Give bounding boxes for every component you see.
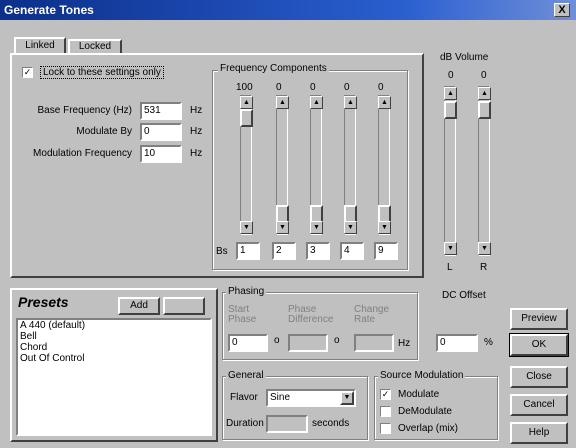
component-slider[interactable]: ▲ ▼: [276, 95, 289, 235]
modulate-by-unit: Hz: [190, 126, 203, 137]
db-volume-title: dB Volume: [440, 52, 489, 63]
general-title: General: [226, 370, 266, 381]
slider-down-arrow-icon[interactable]: ▼: [478, 242, 491, 255]
slider-down-arrow-icon[interactable]: ▼: [276, 221, 289, 234]
source-modulation-title: Source Modulation: [378, 370, 466, 381]
slider-up-arrow-icon[interactable]: ▲: [478, 87, 491, 100]
base-frequency-label: Base Frequency (Hz): [37, 105, 132, 116]
help-button[interactable]: Help: [510, 422, 568, 444]
cancel-button[interactable]: Cancel: [510, 394, 568, 416]
modulate-by-input[interactable]: 0: [140, 123, 182, 141]
component-value: 0: [310, 82, 316, 93]
volume-left-label: L: [447, 262, 453, 273]
overlap-checkbox[interactable]: [380, 423, 391, 434]
component-slider[interactable]: ▲ ▼: [344, 95, 357, 235]
start-phase-label: Start Phase: [228, 304, 257, 325]
volume-left-slider[interactable]: ▲ ▼: [444, 86, 457, 256]
modulation-frequency-unit: Hz: [190, 148, 203, 159]
modulate-by-label: Modulate By: [76, 126, 132, 137]
list-item[interactable]: A 440 (default): [20, 320, 210, 331]
demodulate-label: DeModulate: [398, 406, 452, 417]
component-slider[interactable]: ▲ ▼: [310, 95, 323, 235]
volume-right-label: R: [480, 262, 488, 273]
lock-label: Lock to these settings only: [40, 66, 164, 79]
volume-right-value: 0: [481, 70, 487, 81]
tab-locked[interactable]: Locked: [68, 39, 122, 54]
slider-up-arrow-icon[interactable]: ▲: [310, 96, 323, 109]
component-value: 0: [344, 82, 350, 93]
modulate-label: Modulate: [398, 389, 440, 400]
duration-label: Duration: [226, 418, 264, 429]
slider-down-arrow-icon[interactable]: ▼: [240, 221, 253, 234]
title-bar: Generate Tones X: [0, 0, 576, 20]
flavor-label: Flavor: [230, 392, 258, 403]
component-slider-thumb[interactable]: [240, 109, 253, 127]
multiplier-input[interactable]: 1: [236, 242, 260, 260]
presets-list[interactable]: A 440 (default) Bell Chord Out Of Contro…: [16, 318, 212, 436]
multiplier-input[interactable]: 9: [374, 242, 398, 260]
multiplier-input[interactable]: 3: [306, 242, 330, 260]
slider-up-arrow-icon[interactable]: ▲: [378, 96, 391, 109]
slider-down-arrow-icon[interactable]: ▼: [344, 221, 357, 234]
phasing-title: Phasing: [226, 286, 267, 297]
multiplier-prefix: Bs: [216, 246, 228, 257]
change-rate-input[interactable]: [354, 334, 394, 352]
duration-input[interactable]: [266, 415, 308, 433]
phase-difference-label: Phase Difference: [288, 304, 334, 325]
flavor-select[interactable]: Sine ▼: [266, 389, 356, 407]
ok-button[interactable]: OK: [509, 333, 569, 357]
delete-preset-button[interactable]: [163, 297, 205, 315]
component-slider[interactable]: ▲ ▼: [240, 95, 253, 235]
dc-offset-unit: %: [484, 337, 493, 348]
list-item[interactable]: Out Of Control: [20, 353, 210, 364]
modulate-checkbox[interactable]: ✓: [380, 389, 391, 400]
presets-title: Presets: [18, 294, 69, 310]
volume-right-thumb[interactable]: [478, 101, 491, 119]
multiplier-input[interactable]: 4: [340, 242, 364, 260]
list-item[interactable]: Bell: [20, 331, 210, 342]
tab-linked[interactable]: Linked: [14, 37, 66, 54]
volume-right-slider[interactable]: ▲ ▼: [478, 86, 491, 256]
preview-button[interactable]: Preview: [510, 308, 568, 330]
dc-offset-input[interactable]: 0: [436, 334, 478, 352]
slider-up-arrow-icon[interactable]: ▲: [444, 87, 457, 100]
flavor-value: Sine: [270, 392, 291, 403]
demodulate-checkbox[interactable]: [380, 406, 391, 417]
change-rate-unit: Hz: [398, 338, 411, 349]
component-value: 0: [276, 82, 282, 93]
slider-up-arrow-icon[interactable]: ▲: [344, 96, 357, 109]
phase-difference-input[interactable]: [288, 334, 328, 352]
start-phase-unit: o: [274, 335, 280, 346]
component-value: 0: [378, 82, 384, 93]
slider-up-arrow-icon[interactable]: ▲: [276, 96, 289, 109]
list-item[interactable]: Chord: [20, 342, 210, 353]
start-phase-input[interactable]: 0: [228, 334, 268, 352]
change-rate-label: Change Rate: [354, 304, 390, 325]
slider-down-arrow-icon[interactable]: ▼: [378, 221, 391, 234]
volume-left-thumb[interactable]: [444, 101, 457, 119]
base-frequency-input[interactable]: 531: [140, 102, 182, 120]
lock-checkbox[interactable]: ✓: [22, 67, 33, 78]
close-window-button[interactable]: X: [554, 3, 570, 17]
multiplier-input[interactable]: 2: [272, 242, 296, 260]
close-button[interactable]: Close: [510, 366, 568, 388]
phase-difference-unit: o: [334, 335, 340, 346]
overlap-label: Overlap (mix): [398, 423, 459, 434]
slider-down-arrow-icon[interactable]: ▼: [310, 221, 323, 234]
chevron-down-icon[interactable]: ▼: [340, 391, 354, 405]
component-value: 100: [236, 82, 253, 93]
volume-left-value: 0: [448, 70, 454, 81]
dc-offset-title: DC Offset: [442, 290, 486, 301]
modulation-frequency-input[interactable]: 10: [140, 145, 182, 163]
modulation-frequency-label: Modulation Frequency: [33, 148, 132, 159]
add-preset-button[interactable]: Add: [118, 297, 160, 315]
window-title: Generate Tones: [4, 3, 94, 17]
component-slider[interactable]: ▲ ▼: [378, 95, 391, 235]
slider-up-arrow-icon[interactable]: ▲: [240, 96, 253, 109]
duration-unit: seconds: [312, 418, 350, 429]
slider-down-arrow-icon[interactable]: ▼: [444, 242, 457, 255]
frequency-components-title: Frequency Components: [218, 63, 329, 74]
base-frequency-unit: Hz: [190, 105, 203, 116]
